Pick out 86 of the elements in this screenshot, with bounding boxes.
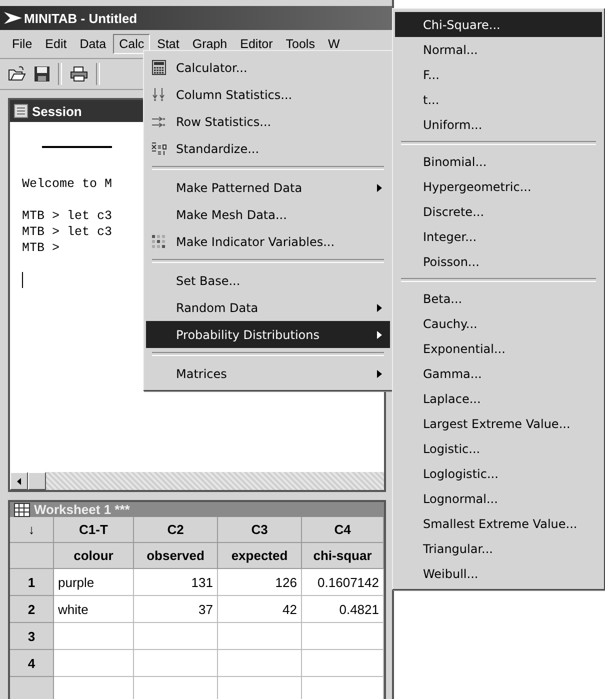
column-name[interactable]: colour [54, 543, 134, 569]
column-name[interactable]: observed [134, 543, 218, 569]
distribution-menu-item[interactable]: Discrete... [395, 199, 602, 224]
column-header[interactable]: ↓ [10, 517, 54, 543]
session-line: MTB > let c3 [22, 224, 112, 240]
session-title: Session [32, 104, 82, 118]
column-header[interactable]: C3 [218, 517, 302, 543]
distribution-menu-item[interactable]: Logistic... [395, 436, 602, 461]
menu-item[interactable]: Editor [234, 34, 279, 54]
save-icon[interactable] [34, 66, 50, 82]
calc-menu-item[interactable]: Row Statistics... [146, 108, 390, 135]
worksheet-title: Worksheet 1 *** [34, 502, 130, 517]
calc-menu-item[interactable]: Set Base... [146, 267, 390, 294]
menu-item[interactable]: Edit [39, 34, 73, 54]
column-header[interactable]: C1-T [54, 517, 134, 543]
column-arrows-icon [152, 87, 166, 102]
session-icon [14, 104, 28, 118]
distribution-menu-item[interactable]: Lognormal... [395, 486, 602, 511]
menu-item[interactable]: File [6, 34, 38, 54]
menu-item[interactable]: Graph [186, 34, 234, 54]
table-cell: 126 [218, 569, 302, 596]
distribution-menu-item[interactable]: Binomial... [395, 149, 602, 174]
column-header[interactable]: C4 [302, 517, 384, 543]
table-cell: purple [54, 569, 134, 596]
menu-item[interactable]: Tools [280, 34, 321, 54]
table-cell: 37 [134, 596, 218, 623]
distribution-menu-item[interactable]: Beta... [395, 286, 602, 311]
open-folder-icon[interactable] [8, 66, 26, 82]
row-header[interactable]: 1 [10, 569, 54, 596]
row-header[interactable]: 2 [10, 596, 54, 623]
heading-rule [42, 146, 112, 148]
distribution-menu-item[interactable]: Triangular... [395, 536, 602, 561]
row-header[interactable]: 4 [10, 650, 54, 677]
session-line: MTB > [22, 240, 60, 256]
calc-menu-item[interactable]: Make Indicator Variables... [146, 228, 390, 255]
calc-menu-item[interactable]: Column Statistics... [146, 81, 390, 108]
column-name[interactable]: expected [218, 543, 302, 569]
distribution-menu-item[interactable]: Cauchy... [395, 311, 602, 336]
menu-item[interactable]: W [322, 34, 346, 54]
window-title: MINITAB - Untitled [24, 10, 138, 26]
calc-menu-item[interactable]: Random Data [146, 294, 390, 321]
distribution-menu-item[interactable]: F... [395, 62, 602, 87]
table-cell: 131 [134, 569, 218, 596]
column-name[interactable]: chi-squar [302, 543, 384, 569]
distribution-menu-item[interactable]: Hypergeometric... [395, 174, 602, 199]
calc-menu-item[interactable]: Probability Distributions [146, 321, 390, 348]
distribution-menu-item[interactable]: Largest Extreme Value... [395, 411, 602, 436]
distribution-menu-item[interactable]: Normal... [395, 37, 602, 62]
table-cell: 0.4821 [302, 596, 384, 623]
calc-menu-item[interactable]: Matrices [146, 360, 390, 387]
distribution-menu-item[interactable]: Exponential... [395, 336, 602, 361]
distribution-menu-item[interactable]: Poisson... [395, 249, 602, 274]
scroll-thumb[interactable] [28, 472, 46, 490]
logo-icon [4, 12, 22, 24]
distribution-menu-item[interactable]: Integer... [395, 224, 602, 249]
distribution-menu-item[interactable]: t... [395, 87, 602, 112]
worksheet-icon [14, 502, 30, 516]
text-cursor [22, 272, 23, 288]
menu-item[interactable]: Data [74, 34, 112, 54]
calculator-icon [152, 60, 166, 75]
distribution-menu-item[interactable]: Weibull... [395, 561, 602, 586]
distribution-menu-item[interactable]: Chi-Square... [395, 12, 602, 37]
horizontal-scrollbar[interactable] [10, 472, 384, 490]
scroll-left-icon[interactable] [17, 478, 21, 484]
distribution-menu-item[interactable]: Laplace... [395, 386, 602, 411]
row-arrows-icon [151, 116, 167, 128]
table-cell: white [54, 596, 134, 623]
calc-menu-item[interactable]: Calculator... [146, 54, 390, 81]
distribution-menu-item[interactable]: Smallest Extreme Value... [395, 511, 602, 536]
calc-menu-item[interactable]: Standardize... [146, 135, 390, 162]
distribution-menu-item[interactable]: Loglogistic... [395, 461, 602, 486]
standardize-icon [151, 142, 167, 156]
table-cell: 42 [218, 596, 302, 623]
column-header[interactable]: C2 [134, 517, 218, 543]
header-cell[interactable] [10, 543, 54, 569]
calc-menu-item[interactable]: Make Mesh Data... [146, 201, 390, 228]
row-header[interactable]: 3 [10, 623, 54, 650]
indicator-grid-icon [152, 234, 166, 248]
printer-icon[interactable] [70, 66, 88, 82]
session-line: Welcome to M [22, 176, 112, 192]
distribution-menu-item[interactable]: Uniform... [395, 112, 602, 137]
menu-item[interactable]: Stat [151, 34, 186, 54]
calc-menu-item[interactable]: Make Patterned Data [146, 174, 390, 201]
table-cell: 0.1607142 [302, 569, 384, 596]
session-line: MTB > let c3 [22, 208, 112, 224]
distribution-menu-item[interactable]: Gamma... [395, 361, 602, 386]
